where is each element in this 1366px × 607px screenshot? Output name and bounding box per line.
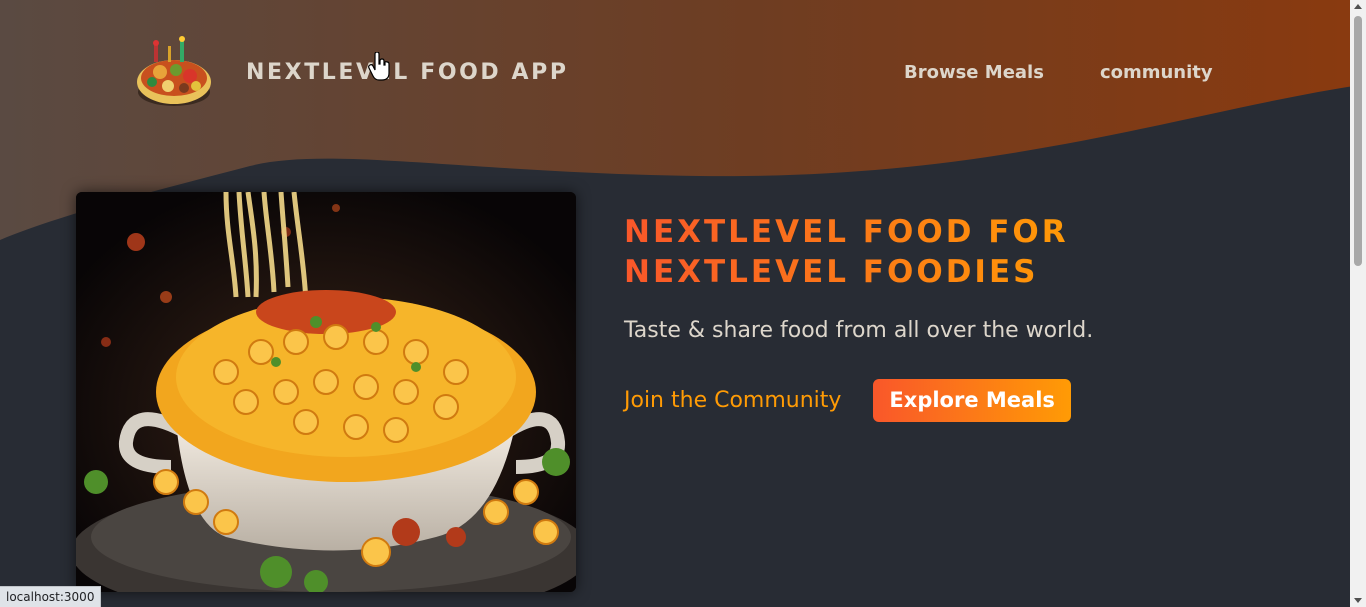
main-nav: Browse Meals community (904, 62, 1213, 83)
join-community-link[interactable]: Join the Community (624, 388, 841, 413)
explore-meals-button[interactable]: Explore Meals (873, 379, 1071, 422)
cta-row: Join the Community Explore Meals (624, 379, 1324, 422)
app-title: NextLevel Food App (246, 59, 569, 85)
mac-and-cheese-photo-icon (76, 192, 576, 592)
hero-image-slideshow (76, 192, 576, 592)
hero-content: NextLevel Food for NextLevel Foodies Tas… (624, 212, 1324, 422)
scroll-up-arrow-icon[interactable] (1354, 4, 1362, 9)
scroll-down-arrow-icon[interactable] (1354, 598, 1362, 603)
nav-browse-meals[interactable]: Browse Meals (904, 62, 1044, 83)
hero-title: NextLevel Food for NextLevel Foodies (624, 212, 1084, 292)
scrollbar-thumb[interactable] (1354, 16, 1362, 266)
nav-community[interactable]: community (1100, 62, 1213, 83)
food-plate-logo-icon (137, 36, 211, 106)
status-bar-url: localhost:3000 (0, 586, 102, 607)
hand-pointer-cursor-icon (368, 52, 390, 81)
hero-subtitle: Taste & share food from all over the wor… (624, 318, 1094, 343)
home-logo-link[interactable]: NextLevel Food App (134, 34, 594, 110)
vertical-scrollbar[interactable] (1350, 0, 1366, 607)
page: NextLevel Food App Browse Meals communit… (0, 0, 1366, 607)
site-header: NextLevel Food App Browse Meals communit… (0, 0, 1350, 150)
